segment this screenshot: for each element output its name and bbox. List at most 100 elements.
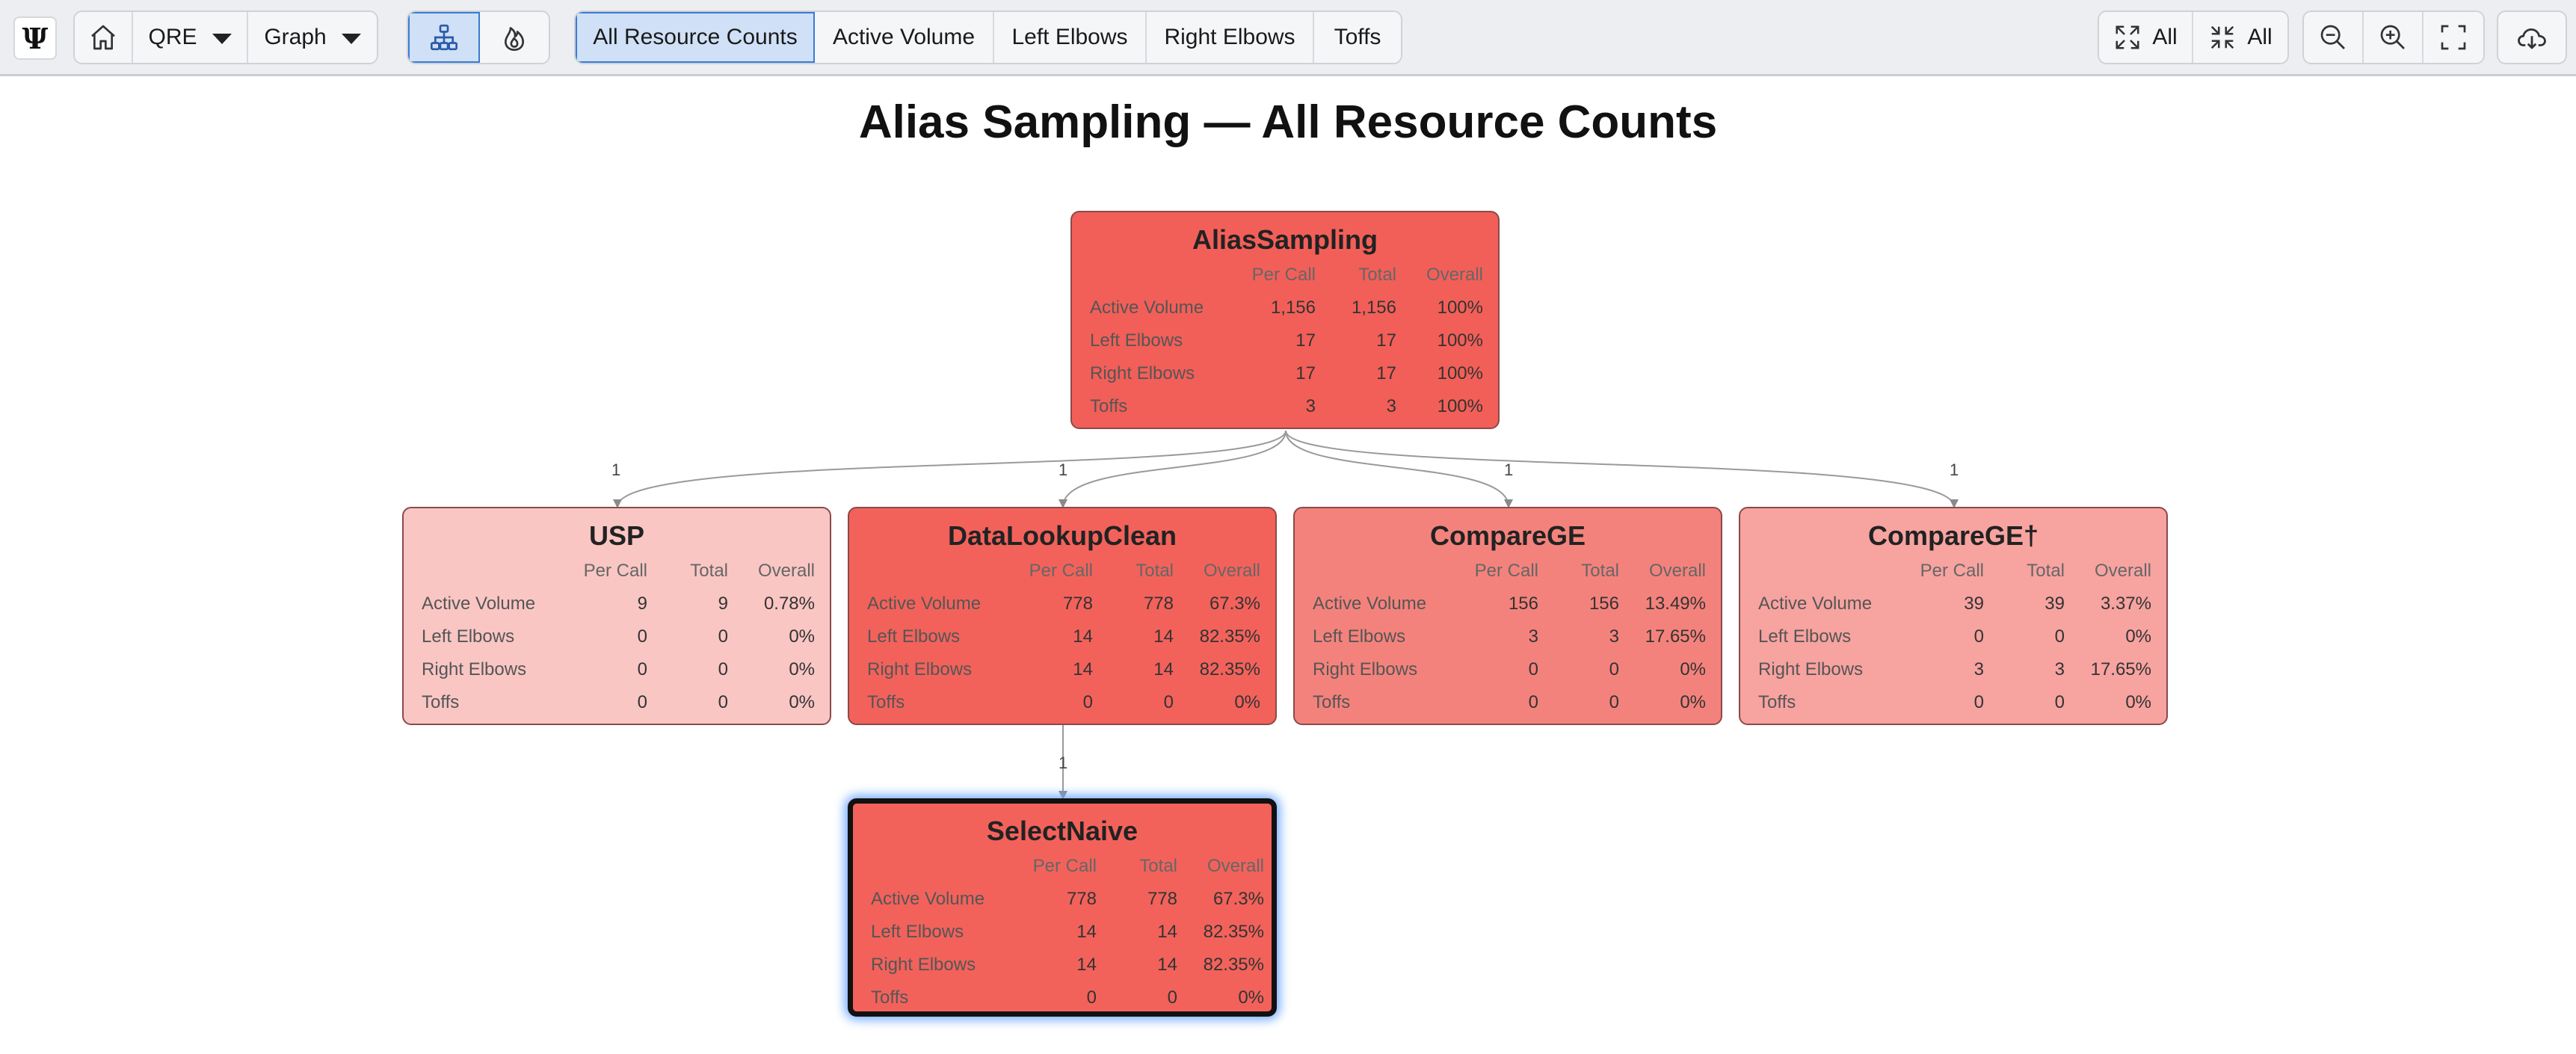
stats-row: Active Volume 39 39 3.37% [1758, 588, 2151, 620]
stats-cell-overall: 0% [1680, 692, 1706, 712]
stats-cell-overall: 3.37% [2100, 594, 2151, 614]
node-title: SelectNaive [986, 816, 1138, 846]
stats-row: Active Volume 778 778 67.3% [867, 588, 1260, 620]
stats-header-cell: Total [1358, 265, 1396, 285]
stats-cell-per-call: 0 [1973, 626, 1984, 647]
node-title: CompareGE† [1867, 520, 2039, 551]
stats-cell-per-call: 778 [1062, 594, 1093, 614]
stats-cell-label: Toffs [1758, 692, 1796, 712]
stats-cell-per-call: 14 [1073, 626, 1093, 647]
stats-cell-total: 1,156 [1351, 298, 1396, 318]
stats-cell-total: 0 [1609, 659, 1619, 679]
stats-cell-per-call: 14 [1076, 955, 1097, 975]
stats-header-row: Per Call Total Overall [1313, 555, 1706, 588]
graph-node[interactable]: SelectNaive Per Call Total Overall Active Vo… [848, 798, 1277, 1017]
stats-cell-per-call: 0 [637, 659, 647, 679]
stats-row: Toffs 3 3 100% [1090, 390, 1483, 423]
stats-cell-label: Active Volume [871, 889, 985, 909]
graph-node[interactable]: DataLookupClean Per Call Total Overall Activ… [848, 507, 1277, 725]
stats-cell-label: Toffs [867, 692, 905, 712]
stats-cell-label: Left Elbows [1313, 626, 1406, 647]
stats-cell-per-call: 0 [637, 626, 647, 647]
stats-row: Toffs 0 0 0% [1313, 686, 1706, 719]
stats-cell-total: 778 [1143, 594, 1174, 614]
stats-header-cell: Overall [1203, 561, 1260, 581]
stats-header-cell: Per Call [1474, 561, 1538, 581]
stats-cell-per-call: 0 [1528, 659, 1538, 679]
stats-cell-total: 9 [718, 594, 728, 614]
stats-header-row: Per Call Total Overall [1758, 555, 2151, 588]
stats-cell-per-call: 17 [1295, 330, 1316, 351]
stats-cell-overall: 82.35% [1203, 922, 1264, 942]
stats-cell-overall: 100% [1437, 363, 1483, 383]
stats-cell-total: 39 [2045, 594, 2065, 614]
stats-cell-total: 3 [2054, 659, 2065, 679]
stats-cell-label: Toffs [1313, 692, 1351, 712]
stats-row: Active Volume 9 9 0.78% [422, 588, 815, 620]
stats-cell-per-call: 17 [1295, 363, 1316, 383]
stats-row: Toffs 0 0 0% [867, 686, 1260, 719]
node-stats-table: Per Call Total Overall Active Volume 778 778 6… [867, 555, 1260, 719]
edge-label: 1 [1504, 460, 1514, 479]
stats-header-cell: Total [690, 561, 728, 581]
stats-cell-label: Left Elbows [1090, 330, 1183, 351]
stats-cell-overall: 0% [1234, 692, 1260, 712]
stats-header-row: Per Call Total Overall [867, 555, 1260, 588]
stats-cell-overall: 0% [2125, 626, 2151, 647]
stats-cell-total: 0 [2054, 626, 2065, 647]
stats-cell-label: Right Elbows [871, 955, 976, 975]
stats-header-cell: Per Call [1920, 561, 1984, 581]
stats-row: Left Elbows 14 14 82.35% [867, 620, 1260, 653]
stats-row: Left Elbows 0 0 0% [1758, 620, 2151, 653]
stats-row: Right Elbows 14 14 82.35% [867, 653, 1260, 686]
stats-row: Right Elbows 3 3 17.65% [1758, 653, 2151, 686]
stats-cell-label: Active Volume [1758, 594, 1873, 614]
stats-cell-overall: 17.65% [2090, 659, 2151, 679]
stats-row: Left Elbows 3 3 17.65% [1313, 620, 1706, 653]
stats-cell-overall: 100% [1437, 298, 1483, 318]
stats-cell-overall: 0% [2125, 692, 2151, 712]
stats-header-cell: Total [1581, 561, 1619, 581]
stats-cell-label: Right Elbows [1313, 659, 1418, 679]
stats-cell-label: Active Volume [1090, 298, 1204, 318]
stats-cell-per-call: 0 [1086, 987, 1097, 1008]
stats-cell-total: 0 [1167, 987, 1177, 1008]
node-stats-table: Per Call Total Overall Active Volume 778 778 6… [871, 850, 1264, 1014]
stats-cell-overall: 0% [789, 626, 815, 647]
stats-cell-overall: 100% [1437, 396, 1483, 416]
stats-cell-per-call: 9 [637, 594, 647, 614]
node-title: DataLookupClean [947, 520, 1177, 551]
graph-node[interactable]: CompareGE Per Call Total Overall Active Volu… [1293, 507, 1722, 725]
stats-cell-per-call: 3 [1305, 396, 1316, 416]
graph-node[interactable]: AliasSampling Per Call Total Overall Active … [1070, 211, 1500, 429]
edge-label: 1 [611, 460, 621, 479]
stats-header-row: Per Call Total Overall [871, 850, 1264, 883]
stats-header-row: Per Call Total Overall [1090, 259, 1483, 292]
stats-cell-overall: 0% [789, 659, 815, 679]
graph-node[interactable]: USP Per Call Total Overall Active Volume 9 9 0.… [402, 507, 831, 725]
stats-header-row: Per Call Total Overall [422, 555, 815, 588]
stats-cell-per-call: 39 [1964, 594, 1984, 614]
edge-label: 1 [1950, 460, 1959, 479]
edge-label: 1 [1059, 753, 1068, 772]
stats-cell-overall: 67.3% [1212, 889, 1264, 909]
stats-header-cell: Overall [2094, 561, 2151, 581]
stats-cell-total: 0 [2054, 692, 2065, 712]
node-stats-table: Per Call Total Overall Active Volume 1,156 1,… [1090, 259, 1483, 423]
edge-aliassampling-comparege-dagger [1285, 430, 1959, 508]
stats-row: Active Volume 156 156 13.49% [1313, 588, 1706, 620]
stats-header-cell: Per Call [1032, 856, 1097, 876]
graph-node[interactable]: CompareGE† Per Call Total Overall Active Vol… [1739, 507, 2168, 725]
stats-header-cell: Total [1136, 561, 1174, 581]
stats-row: Toffs 0 0 0% [422, 686, 815, 719]
stats-cell-total: 14 [1157, 955, 1177, 975]
stats-header-cell: Total [1139, 856, 1177, 876]
stats-cell-per-call: 778 [1066, 889, 1097, 909]
edge-aliassampling-datalookupclean [1059, 430, 1287, 508]
stats-cell-per-call: 156 [1508, 594, 1538, 614]
stats-cell-overall: 100% [1437, 330, 1483, 351]
stats-cell-overall: 67.3% [1209, 594, 1260, 614]
stats-cell-per-call: 1,156 [1270, 298, 1316, 318]
stats-cell-label: Right Elbows [867, 659, 973, 679]
stats-cell-per-call: 3 [1528, 626, 1538, 647]
